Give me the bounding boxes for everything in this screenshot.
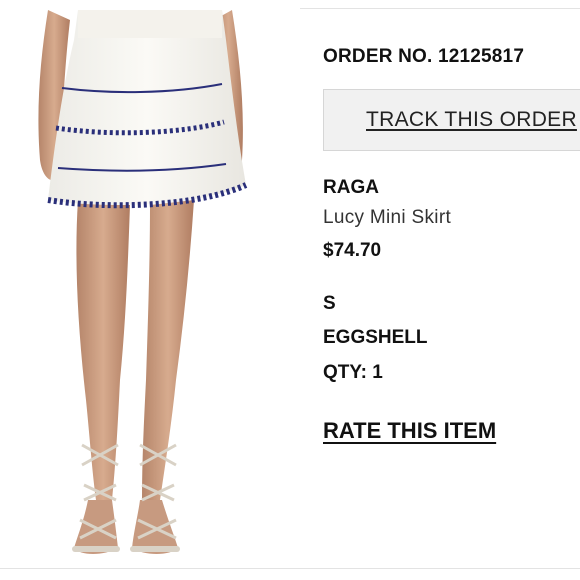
item-brand: RAGA	[323, 177, 379, 198]
item-name: Lucy Mini Skirt	[323, 207, 452, 228]
rate-item-link[interactable]: RATE THIS ITEM	[323, 418, 496, 444]
item-color: EGGSHELL	[323, 327, 428, 348]
track-order-button[interactable]: TRACK THIS ORDER	[323, 89, 580, 151]
item-size: S	[323, 293, 336, 314]
product-image[interactable]	[0, 0, 300, 580]
product-photo-illustration	[38, 10, 248, 554]
track-order-label: TRACK THIS ORDER	[366, 108, 577, 131]
order-number: ORDER NO. 12125817	[323, 46, 525, 67]
item-quantity: QTY: 1	[323, 362, 383, 383]
item-price: $74.70	[323, 240, 382, 261]
bottom-divider	[0, 568, 580, 569]
order-details-panel: ORDER NO. 12125817 TRACK THIS ORDER RAGA…	[323, 0, 580, 580]
skirt-shape	[48, 10, 246, 205]
